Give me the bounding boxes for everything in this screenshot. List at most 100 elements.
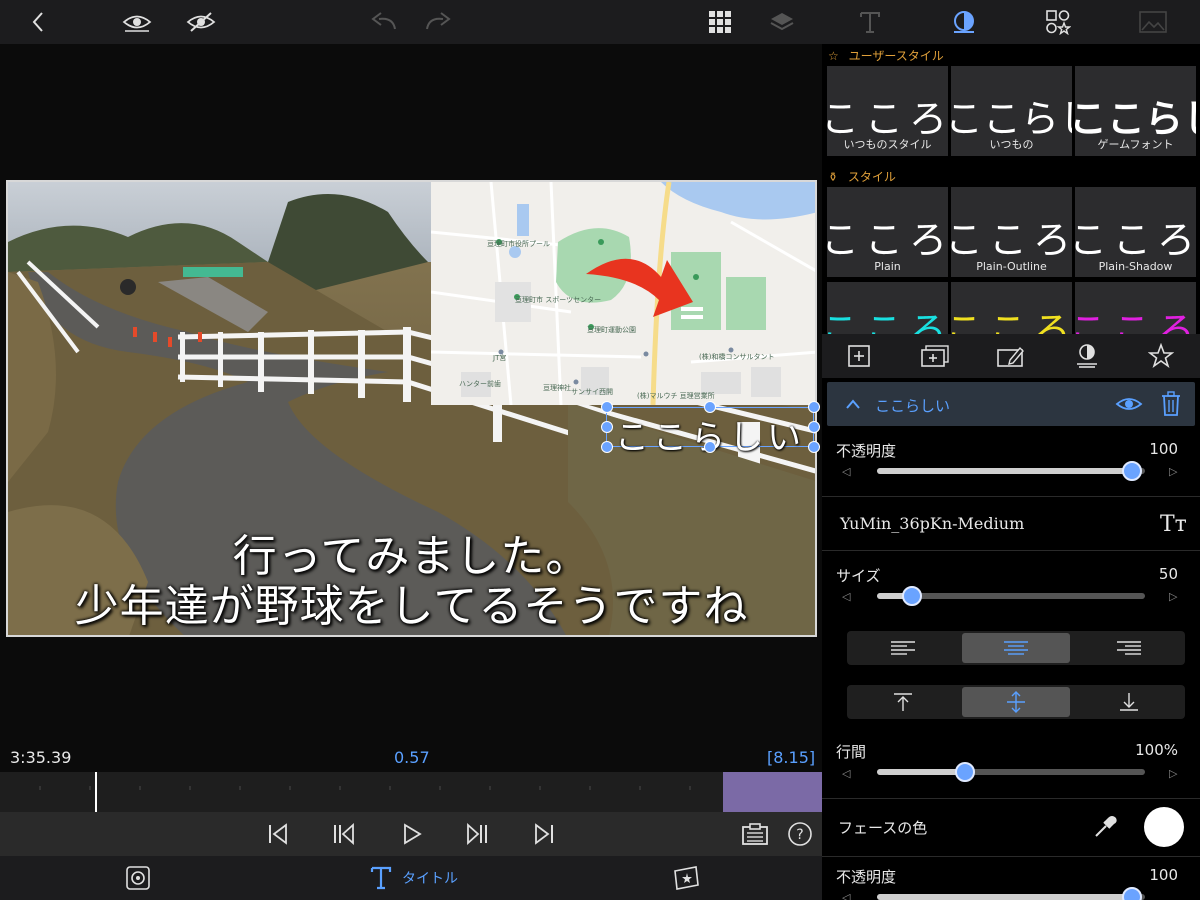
back-chevron-icon[interactable] — [22, 6, 56, 38]
style-item-colored[interactable]: こころらし — [1075, 282, 1196, 334]
size-value: 50 — [1158, 565, 1178, 583]
face-opacity-label: 不透明度 — [836, 868, 897, 886]
chevron-up-icon[interactable] — [839, 391, 867, 417]
map-label: 亘理神社 — [543, 384, 571, 392]
tab-title[interactable]: タイトル — [370, 864, 458, 892]
add-style-icon[interactable] — [843, 342, 875, 370]
skip-to-end-icon[interactable] — [528, 820, 560, 848]
resize-handle-left[interactable] — [601, 421, 613, 433]
increment-arrow-icon[interactable]: ▷ — [1169, 767, 1177, 780]
style-item[interactable]: こころらし Plain — [827, 187, 948, 277]
eye-icon[interactable] — [120, 6, 154, 38]
align-top-icon[interactable] — [849, 687, 957, 717]
decrement-arrow-icon[interactable]: ◁ — [842, 590, 850, 603]
step-back-icon[interactable] — [327, 820, 359, 848]
opacity-slider-knob[interactable] — [1121, 461, 1142, 481]
style-item[interactable]: こころらし Plain-Outline — [951, 187, 1072, 277]
align-right-icon[interactable] — [1075, 633, 1183, 663]
decrement-arrow-icon[interactable]: ◁ — [842, 767, 850, 780]
face-color-swatch[interactable] — [1144, 807, 1184, 847]
resize-handle-bottom-right[interactable] — [808, 441, 820, 453]
user-styles-header: ☆ ユーザースタイル — [828, 47, 944, 64]
line-spacing-slider[interactable] — [877, 762, 1145, 782]
image-icon[interactable] — [1136, 6, 1170, 38]
edit-style-icon[interactable] — [995, 342, 1027, 370]
style-item[interactable]: こころらし Plain-Shadow — [1075, 187, 1196, 277]
tab-target-icon[interactable] — [124, 864, 152, 892]
map-label: サンサイ西開 — [571, 388, 613, 396]
map-label: (株)マルウチ 亘理営業所 — [637, 392, 715, 400]
play-icon[interactable] — [396, 820, 428, 848]
tab-transition-icon[interactable] — [672, 864, 700, 892]
increment-arrow-icon[interactable]: ▷ — [1169, 465, 1177, 478]
vertical-alignment-control — [847, 685, 1185, 719]
step-forward-icon[interactable] — [462, 820, 494, 848]
resize-handle-right[interactable] — [808, 421, 820, 433]
resize-handle-top[interactable] — [704, 401, 716, 413]
clip-duration: [8.15] — [767, 748, 816, 767]
size-slider[interactable] — [877, 586, 1145, 606]
user-styles-header-label: ユーザースタイル — [848, 49, 944, 63]
grid-icon[interactable] — [703, 6, 737, 38]
eyedropper-icon[interactable] — [1092, 814, 1118, 840]
redo-icon[interactable] — [421, 6, 455, 38]
decrement-arrow-icon[interactable]: ◁ — [842, 891, 850, 900]
resize-handle-top-right[interactable] — [808, 401, 820, 413]
align-left-icon[interactable] — [849, 633, 957, 663]
eye-slash-icon[interactable] — [184, 6, 218, 38]
align-middle-icon[interactable] — [962, 687, 1070, 717]
decrement-arrow-icon[interactable]: ◁ — [842, 465, 850, 478]
duplicate-style-icon[interactable] — [919, 342, 951, 370]
clip-position: 0.57 — [394, 748, 430, 767]
style-actions-bar — [822, 334, 1200, 378]
user-style-item[interactable]: ここらし ゲームフォント — [1075, 66, 1196, 156]
style-item-colored[interactable]: こころらし — [951, 282, 1072, 334]
size-slider-knob[interactable] — [901, 586, 922, 606]
font-name[interactable]: YuMin_36pKn-Medium — [840, 514, 1024, 533]
style-contrast-icon[interactable] — [947, 6, 981, 38]
align-center-icon[interactable] — [962, 633, 1070, 663]
style-label: いつもの — [989, 138, 1034, 151]
help-icon[interactable]: ? — [784, 820, 816, 848]
user-style-item[interactable]: ここらし いつもの — [951, 66, 1072, 156]
layer-visibility-eye-icon[interactable] — [1115, 391, 1143, 417]
undo-icon[interactable] — [367, 6, 401, 38]
face-opacity-slider[interactable] — [877, 887, 1145, 900]
timeline[interactable] — [0, 772, 822, 812]
line-spacing-slider-knob[interactable] — [955, 762, 976, 782]
delete-trash-icon[interactable] — [1157, 391, 1185, 417]
opacity-value: 100 — [1149, 440, 1178, 458]
size-label: サイズ — [836, 567, 881, 585]
user-style-item[interactable]: こころらし いつものスタイル — [827, 66, 948, 156]
resize-handle-bottom-left[interactable] — [601, 441, 613, 453]
style-label: Plain-Outline — [976, 260, 1047, 273]
layer-name: ここらしい — [875, 397, 951, 415]
increment-arrow-icon[interactable]: ▷ — [1169, 590, 1177, 603]
style-preview-text: こころらし — [827, 218, 948, 262]
text-icon[interactable] — [853, 6, 887, 38]
layers-icon[interactable] — [765, 6, 799, 38]
skip-to-start-icon[interactable] — [262, 820, 294, 848]
face-opacity-slider-fill — [877, 894, 1132, 900]
current-time: 3:35.39 — [10, 748, 72, 767]
align-bottom-icon[interactable] — [1075, 687, 1183, 717]
resize-handle-top-left[interactable] — [601, 401, 613, 413]
resize-handle-bottom[interactable] — [704, 441, 716, 453]
favorite-star-icon[interactable] — [1145, 342, 1177, 370]
style-preview-text: こころらし — [951, 218, 1072, 262]
stamp-style-icon[interactable] — [1071, 342, 1103, 370]
map-label: 亘理町市 スポーツセンター — [515, 296, 602, 304]
layer-row-selected[interactable]: ここらしい — [827, 382, 1195, 426]
clipboard-icon[interactable] — [739, 820, 771, 848]
style-item-colored[interactable]: こころらし — [827, 282, 948, 334]
timeline-title-clip[interactable] — [723, 772, 822, 812]
face-opacity-slider-knob[interactable] — [1121, 887, 1142, 900]
caption-line-2[interactable]: 少年達が野球をしてるそうですね — [8, 570, 815, 634]
map-overlay[interactable]: 亘理町市役所プール 亘理町市 スポーツセンター 亘理町運動公園 JT宮 ハンター… — [431, 182, 815, 405]
style-label: ゲームフォント — [1097, 138, 1174, 151]
opacity-slider[interactable] — [877, 461, 1145, 481]
font-picker-icon[interactable]: Tт — [1160, 512, 1187, 537]
transport-bar: ? — [0, 812, 822, 856]
shapes-icon[interactable] — [1041, 6, 1075, 38]
playhead[interactable] — [95, 772, 97, 812]
